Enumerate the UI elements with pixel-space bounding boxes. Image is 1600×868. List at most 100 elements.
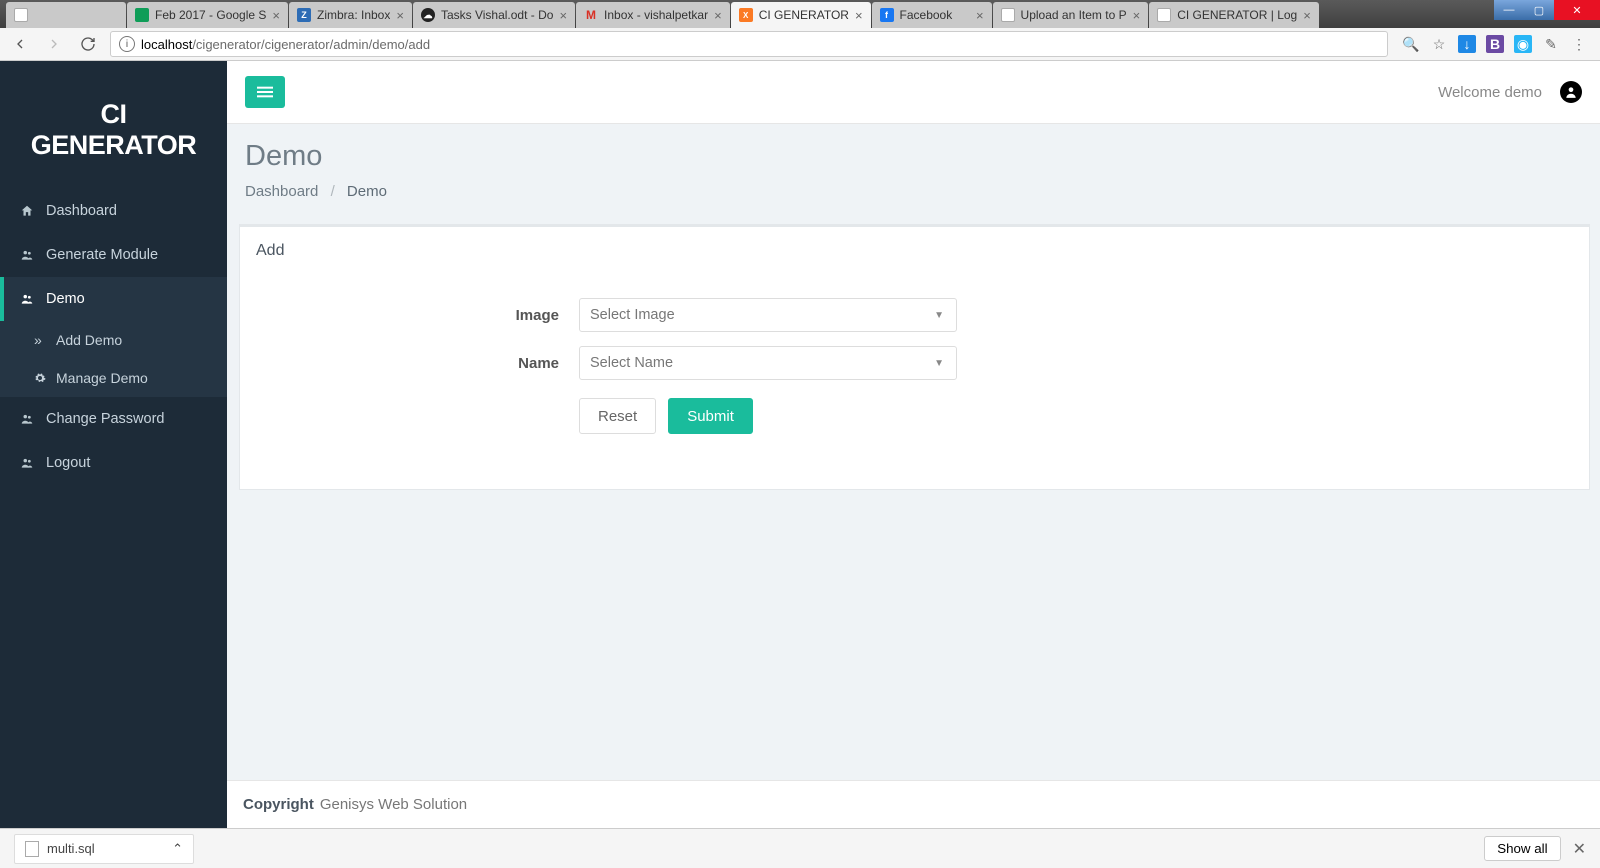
- user-avatar[interactable]: [1560, 81, 1582, 103]
- browser-tab[interactable]: CI GENERATOR | Log×: [1149, 2, 1319, 28]
- form-row-name: Name Select Name ▼: [264, 346, 1565, 380]
- reload-button[interactable]: [76, 36, 100, 52]
- sidebar-item-change-password[interactable]: Change Password: [0, 397, 227, 441]
- xampp-icon: X: [739, 8, 753, 22]
- gmail-icon: M: [584, 8, 598, 22]
- gear-icon: [34, 372, 48, 384]
- sidebar-subitem-manage-demo[interactable]: Manage Demo: [0, 359, 227, 397]
- brand-logo: CI GENERATOR: [0, 61, 227, 189]
- chevron-down-icon: ▼: [934, 358, 944, 369]
- bootstrap-ext-icon[interactable]: B: [1486, 35, 1504, 53]
- browser-tab[interactable]: [6, 2, 126, 28]
- download-shelf: multi.sql ⌃ Show all ✕: [0, 828, 1600, 868]
- sidebar-item-demo[interactable]: Demo: [0, 277, 227, 321]
- chevron-up-icon[interactable]: ⌃: [172, 841, 183, 857]
- browser-tab[interactable]: Upload an Item to P×: [993, 2, 1149, 28]
- download-filename: multi.sql: [47, 841, 95, 856]
- close-icon[interactable]: ×: [855, 8, 863, 23]
- browser-tab[interactable]: Feb 2017 - Google S×: [127, 2, 288, 28]
- topbar: Welcome demo: [227, 61, 1600, 124]
- url-host: localhost: [141, 37, 192, 52]
- bookmark-icon[interactable]: ☆: [1430, 35, 1448, 53]
- panel-add: Add Image Select Image ▼ Name Select Nam…: [239, 224, 1590, 490]
- form-actions: Reset Submit: [579, 398, 1565, 434]
- home-icon: [18, 204, 36, 218]
- window-controls: — ▢ ✕: [1494, 0, 1600, 20]
- content-header: Demo Dashboard / Demo: [227, 124, 1600, 204]
- browser-tab[interactable]: ☁Tasks Vishal.odt - Do×: [413, 2, 575, 28]
- browser-tab[interactable]: MInbox - vishalpetkar×: [576, 2, 730, 28]
- panel-title: Add: [240, 227, 1589, 276]
- sidebar-item-generate-module[interactable]: Generate Module: [0, 233, 227, 277]
- select-image[interactable]: Select Image ▼: [579, 298, 957, 332]
- sidebar-menu: Dashboard Generate Module Demo » Add Dem…: [0, 189, 227, 485]
- facebook-icon: f: [880, 8, 894, 22]
- menu-icon: [257, 84, 273, 100]
- label-image: Image: [264, 307, 579, 324]
- welcome-text: Welcome demo: [1438, 84, 1542, 101]
- chevron-down-icon: ▼: [934, 310, 944, 321]
- sidebar-subitem-add-demo[interactable]: » Add Demo: [0, 321, 227, 359]
- toolbar-right-icons: 🔍 ☆ ↓ B ◉ ✎ ⋮: [1398, 35, 1592, 53]
- window-close-button[interactable]: ✕: [1554, 0, 1600, 20]
- close-icon[interactable]: ×: [1303, 8, 1311, 23]
- document-icon: [14, 8, 28, 22]
- footer: Copyright Genisys Web Solution: [227, 780, 1600, 828]
- sidebar-item-label: Dashboard: [46, 203, 117, 219]
- app-root: CI GENERATOR Dashboard Generate Module D…: [0, 61, 1600, 828]
- sidebar-item-label: Logout: [46, 455, 90, 471]
- extension-icon[interactable]: ◉: [1514, 35, 1532, 53]
- panel-wrapper: Add Image Select Image ▼ Name Select Nam…: [227, 204, 1600, 780]
- maximize-button[interactable]: ▢: [1524, 0, 1554, 20]
- close-icon[interactable]: ×: [396, 8, 404, 23]
- download-ext-icon[interactable]: ↓: [1458, 35, 1476, 53]
- users-icon: [18, 248, 36, 262]
- reset-button[interactable]: Reset: [579, 398, 656, 434]
- address-bar[interactable]: i localhost/cigenerator/cigenerator/admi…: [110, 31, 1388, 57]
- sidebar-item-label: Generate Module: [46, 247, 158, 263]
- zoom-icon[interactable]: 🔍: [1402, 35, 1420, 53]
- breadcrumb-separator: /: [331, 183, 335, 200]
- footer-copyright: Copyright: [243, 796, 314, 813]
- select-image-value: Select Image: [590, 307, 675, 323]
- submit-button[interactable]: Submit: [668, 398, 753, 434]
- browser-tab[interactable]: ZZimbra: Inbox×: [289, 2, 412, 28]
- sidebar-subitem-label: Manage Demo: [56, 370, 148, 386]
- close-icon[interactable]: ×: [1133, 8, 1141, 23]
- select-name[interactable]: Select Name ▼: [579, 346, 957, 380]
- download-chip[interactable]: multi.sql ⌃: [14, 834, 194, 864]
- main-area: Welcome demo Demo Dashboard / Demo Add I…: [227, 61, 1600, 828]
- sidebar-item-logout[interactable]: Logout: [0, 441, 227, 485]
- site-info-icon[interactable]: i: [119, 36, 135, 52]
- angle-double-right-icon: »: [34, 332, 48, 348]
- browser-tab-active[interactable]: XCI GENERATOR×: [731, 2, 871, 28]
- browser-toolbar: i localhost/cigenerator/cigenerator/admi…: [0, 28, 1600, 61]
- close-icon[interactable]: ×: [559, 8, 567, 23]
- sheets-icon: [135, 8, 149, 22]
- browser-menu-icon[interactable]: ⋮: [1570, 35, 1588, 53]
- url-path: /cigenerator/cigenerator/admin/demo/add: [192, 37, 430, 52]
- breadcrumb-root[interactable]: Dashboard: [245, 183, 318, 200]
- sidebar-toggle-button[interactable]: [245, 76, 285, 108]
- close-icon[interactable]: ×: [714, 8, 722, 23]
- close-icon[interactable]: ×: [976, 8, 984, 23]
- close-shelf-button[interactable]: ✕: [1573, 839, 1586, 859]
- users-icon: [18, 412, 36, 426]
- document-icon: [1157, 8, 1171, 22]
- sidebar: CI GENERATOR Dashboard Generate Module D…: [0, 61, 227, 828]
- footer-company: Genisys Web Solution: [320, 796, 467, 813]
- label-name: Name: [264, 355, 579, 372]
- zimbra-icon: Z: [297, 8, 311, 22]
- close-icon[interactable]: ×: [272, 8, 280, 23]
- browser-tab[interactable]: fFacebook×: [872, 2, 992, 28]
- sidebar-subitem-label: Add Demo: [56, 332, 122, 348]
- show-all-downloads-button[interactable]: Show all: [1484, 836, 1560, 861]
- sidebar-item-dashboard[interactable]: Dashboard: [0, 189, 227, 233]
- sidebar-item-label: Demo: [46, 291, 85, 307]
- sidebar-item-label: Change Password: [46, 411, 165, 427]
- back-button[interactable]: [8, 36, 32, 52]
- color-picker-icon[interactable]: ✎: [1542, 35, 1560, 53]
- minimize-button[interactable]: —: [1494, 0, 1524, 20]
- users-icon: [18, 456, 36, 470]
- forward-button[interactable]: [42, 36, 66, 52]
